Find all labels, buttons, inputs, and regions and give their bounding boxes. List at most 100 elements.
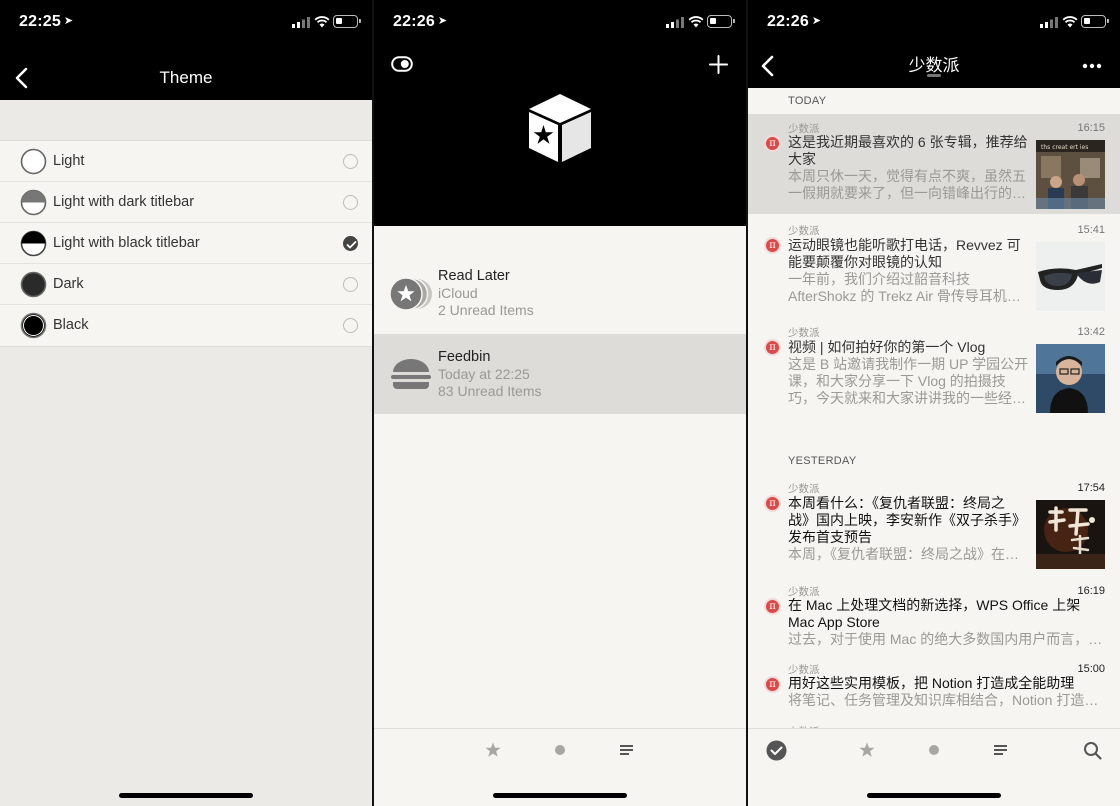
dot-icon[interactable]: [551, 741, 569, 759]
radio-unchecked[interactable]: [343, 318, 358, 333]
article-row[interactable]: 少数派 16:19 π 在 Mac 上处理文档的新选择，WPS Office 上…: [748, 578, 1120, 656]
account-feedbin[interactable]: Feedbin Today at 22:25 83 Unread Items: [374, 334, 746, 414]
article-row[interactable]: 少数派 15:00 π 用好这些实用模板，把 Notion 打造成全能助理 将笔…: [748, 656, 1120, 720]
article-time: 17:54: [1077, 482, 1105, 494]
status-time: 22:26 ➤: [393, 13, 448, 30]
title-line: 用好这些实用模板，把 Notion 打造成全能助理: [788, 675, 1075, 691]
article-summary: 本周，《复仇者联盟：终局之战》在…: [788, 546, 1019, 563]
theme-option-light[interactable]: Light: [0, 141, 372, 182]
status-bar: 22:26 ➤: [748, 0, 1120, 44]
article-time: 16:15: [1077, 122, 1105, 134]
check-icon[interactable]: [766, 740, 787, 761]
article-title: 本周看什么：《复仇者联盟：终局之 战》国内上映，李安新作《双子杀手》 发布首支预…: [788, 495, 1026, 546]
theme-option-label: Dark: [53, 276, 84, 292]
account-read-later[interactable]: Read Later iCloud 2 Unread Items: [374, 253, 746, 333]
title-line: 战》国内上映，李安新作《双子杀手》: [788, 512, 1026, 528]
summary-line: AfterShokz 的 Trekz Air 骨传导耳机…: [788, 288, 1021, 304]
theme-option-dark[interactable]: Dark: [0, 264, 372, 305]
theme-light-icon: [20, 148, 47, 175]
status-bar: 22:26 ➤: [374, 0, 746, 44]
title-line: 视频 | 如何拍好你的第一个 Vlog: [788, 339, 986, 355]
radio-unchecked[interactable]: [343, 277, 358, 292]
theme-light-black-titlebar-icon: [20, 230, 47, 257]
app-logo-cube-icon: [529, 94, 591, 162]
wifi-icon: [1062, 16, 1078, 28]
tab-bar: [748, 728, 1120, 806]
article-title: 运动眼镜也能听歌打电话，Revvez 可 能要颠覆你对眼镜的认知: [788, 237, 1021, 271]
checkmark-icon: [346, 240, 357, 249]
summary-line: 本周只休一天，觉得有点不爽，虽然五: [788, 168, 1026, 184]
article-source: 少数派: [788, 225, 820, 237]
summary-line: 过去，对于使用 Mac 的绝大多数国内用户而言，…: [788, 631, 1103, 647]
home-indicator: [493, 793, 627, 798]
summary-line: 课，和大家分享一下 Vlog 的拍摄技: [788, 373, 1006, 389]
star-icon[interactable]: [858, 741, 876, 759]
article-source: 少数派: [788, 483, 820, 495]
theme-option-label: Light: [53, 153, 85, 169]
feed-favicon-icon: π: [764, 237, 781, 254]
theme-screen: 22:25 ➤ Theme Light Light with dark title…: [0, 0, 372, 806]
theme-option-light-black-titlebar[interactable]: Light with black titlebar: [0, 223, 372, 264]
section-header: TODAY: [788, 95, 827, 107]
article-row[interactable]: 少数派 15:41 π 运动眼镜也能听歌打电话，Revvez 可 能要颠覆你对眼…: [748, 216, 1120, 316]
theme-black-icon: [20, 312, 47, 339]
page-title: Theme: [159, 68, 213, 87]
feed-favicon-icon: π: [764, 495, 781, 512]
theme-option-label: Light with dark titlebar: [53, 194, 195, 210]
list-icon[interactable]: [992, 741, 1010, 759]
location-arrow-icon: ➤: [437, 15, 448, 27]
article-thumbnail-sunglasses: [1036, 242, 1105, 311]
theme-option-light-dark-titlebar[interactable]: Light with dark titlebar: [0, 182, 372, 223]
radio-checked[interactable]: [343, 236, 358, 251]
accounts-screen: 22:26➤ Read Later iCloud 2 Unread Items: [374, 0, 746, 806]
article-summary: 将笔记、任务管理及知识库相结合，Notion 打造…: [788, 692, 1098, 709]
theme-option-label: Black: [53, 317, 89, 333]
article-title: 在 Mac 上处理文档的新选择，WPS Office 上架 Mac App St…: [788, 597, 1080, 631]
feed-title: 少数派: [908, 56, 960, 75]
title-line: 在 Mac 上处理文档的新选择，WPS Office 上架: [788, 597, 1081, 613]
account-unread-count: 2 Unread Items: [438, 302, 534, 318]
account-name: Feedbin: [438, 349, 491, 365]
dot-icon[interactable]: [925, 741, 943, 759]
summary-line: 巧，今天就来和大家讲讲我的一些经…: [788, 390, 1026, 406]
list-icon[interactable]: [618, 741, 636, 759]
location-arrow-icon: ➤: [63, 15, 74, 27]
article-time: 15:00: [1077, 663, 1105, 675]
add-icon[interactable]: [709, 55, 728, 74]
title-line: 运动眼镜也能听歌打电话，Revvez 可: [788, 237, 1021, 253]
home-indicator: [119, 793, 253, 798]
home-indicator: [867, 793, 1001, 798]
article-summary: 一年前，我们介绍过韶音科技 AfterShokz 的 Trekz Air 骨传导…: [788, 271, 1021, 305]
article-row[interactable]: 少数派 13:42 π 视频 | 如何拍好你的第一个 Vlog 这是 B 站邀请…: [748, 318, 1120, 418]
toggle-icon[interactable]: [391, 56, 413, 72]
battery-icon: [1081, 15, 1109, 28]
title-line: 能要颠覆你对眼镜的认知: [788, 254, 942, 270]
article-summary: 过去，对于使用 Mac 的绝大多数国内用户而言，…: [788, 631, 1102, 648]
feed-favicon-icon: π: [764, 135, 781, 152]
summary-line: 一假期就要来了，但一向错峰出行的…: [788, 185, 1026, 201]
star-icon[interactable]: [484, 741, 502, 759]
account-sync-time: Today at 22:25: [438, 366, 530, 382]
article-time: 13:42: [1077, 326, 1105, 338]
article-time: 15:41: [1077, 224, 1105, 236]
article-title: 视频 | 如何拍好你的第一个 Vlog: [788, 339, 985, 356]
more-icon[interactable]: [1082, 63, 1102, 69]
theme-option-black[interactable]: Black: [0, 305, 372, 346]
article-thumbnail-album-photo: ths creat ert ies: [1036, 140, 1105, 209]
summary-line: 本周，《复仇者联盟：终局之战》在…: [788, 546, 1019, 562]
status-time: 22:25 ➤: [19, 13, 74, 30]
search-icon[interactable]: [1083, 741, 1102, 760]
account-name: Read Later: [438, 268, 510, 284]
wifi-icon: [688, 16, 704, 28]
summary-line: 将笔记、任务管理及知识库相结合，Notion 打造…: [788, 692, 1099, 708]
feed-favicon-icon: π: [764, 339, 781, 356]
article-row[interactable]: 少数派 16:15 π 这是我近期最喜欢的 6 张专辑，推荐给 大家 本周只休一…: [748, 114, 1120, 214]
radio-unchecked[interactable]: [343, 154, 358, 169]
radio-unchecked[interactable]: [343, 195, 358, 210]
article-summary: 本周只休一天，觉得有点不爽，虽然五 一假期就要来了，但一向错峰出行的…: [788, 168, 1026, 202]
star-stack-icon: [389, 277, 432, 311]
article-row[interactable]: 少数派 17:54 π 本周看什么：《复仇者联盟：终局之 战》国内上映，李安新作…: [748, 474, 1120, 578]
article-thumbnail-portrait: [1036, 344, 1105, 413]
title-line: 这是我近期最喜欢的 6 张专辑，推荐给: [788, 134, 1028, 150]
title-line: 发布首支预告: [788, 529, 872, 545]
